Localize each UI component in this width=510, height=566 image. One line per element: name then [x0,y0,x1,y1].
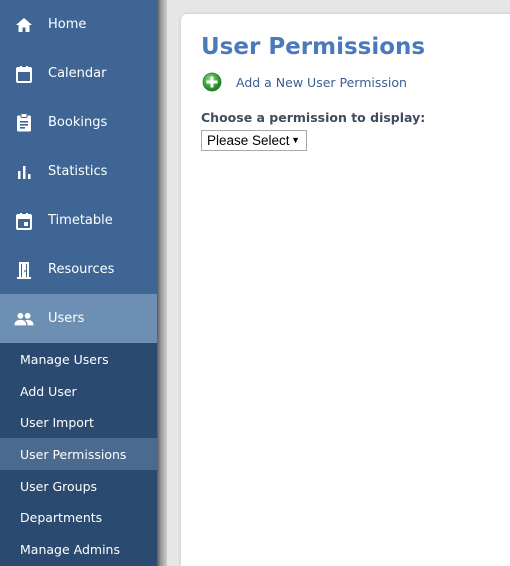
submenu-item-label: Manage Admins [20,541,120,557]
nav-item-resources[interactable]: Resources [0,245,157,294]
home-icon [14,15,34,35]
add-permission-label[interactable]: Add a New User Permission [236,75,407,90]
clipboard-icon [14,113,34,133]
permission-select-value: Please Select [207,133,290,148]
bar-chart-icon [14,162,34,182]
submenu-item-label: User Import [20,414,94,430]
main-panel: User Permissions Add a New User Permissi… [181,14,510,566]
submenu-item-label: Add User [20,383,77,399]
event-icon [14,211,34,231]
nav-item-label: Statistics [48,164,108,179]
sidebar: Home Calendar Bookings Statistics Timeta… [0,0,157,566]
people-icon [14,309,34,329]
nav-item-label: Users [48,311,85,326]
nav-item-label: Home [48,17,87,32]
nav-item-label: Resources [48,262,115,277]
nav-item-users[interactable]: Users [0,294,157,343]
page-title: User Permissions [201,34,426,60]
submenu-item-manage-admins[interactable]: Manage Admins [0,533,157,565]
nav-item-calendar[interactable]: Calendar [0,49,157,98]
submenu-item-label: Departments [20,509,103,525]
add-permission-link[interactable]: Add a New User Permission [202,72,407,92]
submenu-item-departments[interactable]: Departments [0,501,157,533]
add-circle-icon[interactable] [202,72,222,92]
submenu-item-add-user[interactable]: Add User [0,375,157,407]
submenu-item-user-groups[interactable]: User Groups [0,470,157,502]
nav-item-label: Calendar [48,66,107,81]
submenu-item-label: Manage Users [20,351,109,367]
submenu-item-user-import[interactable]: User Import [0,406,157,438]
door-icon [14,260,34,280]
submenu-item-label: User Permissions [20,446,127,462]
nav-item-label: Timetable [48,213,113,228]
submenu-item-label: User Groups [20,478,98,494]
choose-permission-label: Choose a permission to display: [201,110,426,125]
nav-item-timetable[interactable]: Timetable [0,196,157,245]
sidebar-scroll-edge [157,0,167,566]
nav-item-label: Bookings [48,115,108,130]
calendar-icon [14,64,34,84]
submenu-item-user-permissions[interactable]: User Permissions [0,438,157,470]
nav-item-home[interactable]: Home [0,0,157,49]
users-submenu: Manage Users Add User User Import User P… [0,343,157,566]
permission-select[interactable]: Please Select ▼ [201,130,307,151]
submenu-item-manage-users[interactable]: Manage Users [0,343,157,375]
nav-item-statistics[interactable]: Statistics [0,147,157,196]
nav-item-bookings[interactable]: Bookings [0,98,157,147]
dropdown-arrow-icon: ▼ [291,135,300,145]
